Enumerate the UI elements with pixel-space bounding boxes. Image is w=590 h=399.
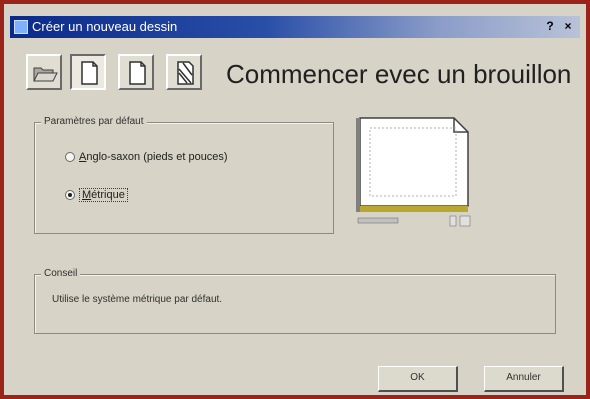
ok-button[interactable]: OK xyxy=(378,366,458,392)
template-page-icon xyxy=(129,61,146,85)
wizard-icon xyxy=(177,61,194,85)
close-button[interactable]: × xyxy=(560,18,576,34)
folder-open-icon xyxy=(33,67,58,82)
cancel-button[interactable]: Annuler xyxy=(484,366,564,392)
radio-button-checked[interactable] xyxy=(65,190,75,200)
create-drawing-dialog: Créer un nouveau dessin ? × Commencer ev… xyxy=(0,0,590,399)
blank-page-icon xyxy=(81,61,98,85)
tip-legend: Conseil xyxy=(41,268,81,279)
start-from-scratch-button[interactable] xyxy=(70,54,106,90)
drawing-preview-image xyxy=(354,114,476,236)
default-settings-group: Paramètres par défaut Anglo-saxon (pieds… xyxy=(34,116,334,234)
dialog-title: Créer un nouveau dessin xyxy=(32,19,178,34)
radio-label-metric: Métrique xyxy=(79,188,128,202)
default-settings-legend: Paramètres par défaut xyxy=(41,116,147,127)
radio-label-anglo-saxon: Anglo-saxon (pieds et pouces) xyxy=(79,151,228,163)
tip-text: Utilise le système métrique par défaut. xyxy=(52,294,223,305)
use-wizard-button[interactable] xyxy=(166,54,202,90)
radio-button-unchecked[interactable] xyxy=(65,152,75,162)
open-drawing-button[interactable] xyxy=(26,54,62,90)
radio-anglo-saxon[interactable]: Anglo-saxon (pieds et pouces) xyxy=(65,151,228,163)
help-button[interactable]: ? xyxy=(542,18,558,34)
use-template-button[interactable] xyxy=(118,54,154,90)
app-icon xyxy=(14,20,28,34)
radio-metric[interactable]: Métrique xyxy=(65,188,128,202)
page-heading: Commencer evec un brouillon xyxy=(226,59,572,89)
title-bar[interactable]: Créer un nouveau dessin ? × xyxy=(10,16,580,38)
